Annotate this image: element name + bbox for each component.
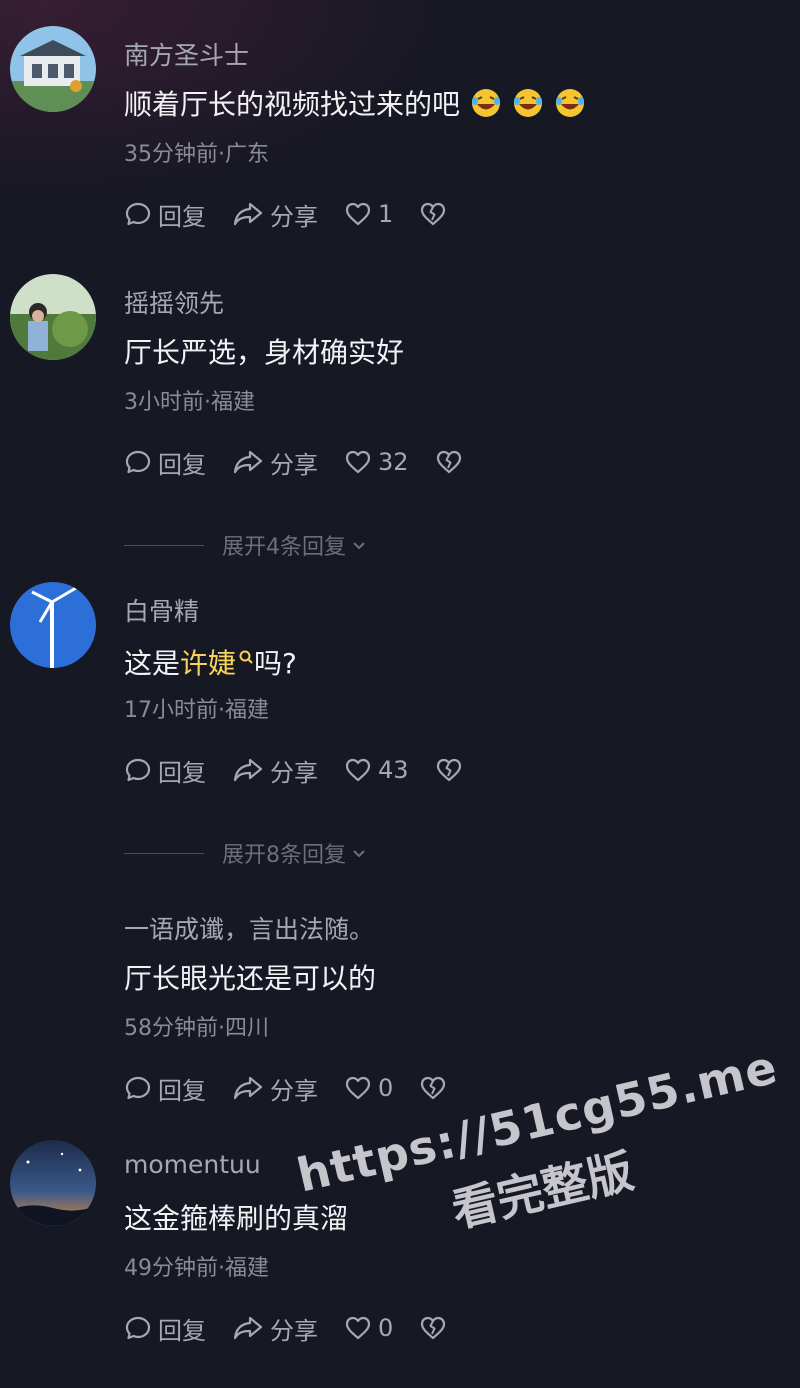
comment-actions: 回复 分享 43 (124, 753, 469, 788)
share-button[interactable]: 分享 (232, 1311, 318, 1346)
comment-meta: 49分钟前·福建 (124, 1256, 269, 1281)
broken-heart-icon (436, 758, 461, 782)
chevron-down-icon (353, 850, 365, 858)
reply-button[interactable]: 回复 (124, 753, 206, 788)
expand-replies-button[interactable]: 展开4条回复 (124, 529, 368, 561)
heart-icon (345, 1076, 371, 1100)
share-label: 分享 (270, 1076, 318, 1105)
heart-icon (345, 450, 371, 474)
like-count: 0 (378, 1314, 394, 1342)
reply-label: 回复 (158, 202, 206, 231)
comment-text-body: 顺着厅长的视频找过来的吧 (124, 88, 461, 121)
comment-text: 这金箍棒刷的真溜 (124, 1202, 349, 1235)
share-icon (233, 1076, 263, 1100)
comment-text-suffix: 吗? (254, 647, 297, 680)
share-label: 分享 (270, 758, 318, 787)
broken-heart-icon (421, 1316, 446, 1340)
heart-icon (345, 1316, 371, 1340)
share-label: 分享 (270, 202, 318, 231)
reply-button[interactable]: 回复 (124, 1311, 206, 1346)
reply-icon (125, 202, 151, 226)
username[interactable]: 白骨精 (124, 592, 199, 628)
like-count: 0 (378, 1074, 394, 1102)
dislike-button[interactable] (435, 757, 469, 783)
share-button[interactable]: 分享 (232, 753, 318, 788)
comment-actions: 回复 分享 0 (124, 1311, 453, 1346)
like-count: 43 (378, 756, 409, 784)
share-icon (233, 450, 263, 474)
reply-icon (125, 1076, 151, 1100)
reply-label: 回复 (158, 1076, 206, 1105)
broken-heart-icon (421, 1076, 446, 1100)
avatar[interactable] (10, 274, 96, 360)
share-icon (233, 1316, 263, 1340)
divider (124, 852, 204, 854)
reply-label: 回复 (158, 1316, 206, 1345)
share-button[interactable]: 分享 (232, 1071, 318, 1106)
comment-text: 厅长眼光还是可以的 (124, 962, 377, 995)
search-icon[interactable] (238, 639, 254, 672)
avatar[interactable] (10, 582, 96, 668)
avatar[interactable] (10, 1140, 96, 1226)
like-button[interactable]: 1 (344, 200, 393, 228)
share-button[interactable]: 分享 (232, 197, 318, 232)
like-button[interactable]: 43 (344, 756, 409, 784)
laughing-emoji-icon (512, 87, 544, 126)
like-count: 32 (378, 448, 409, 476)
heart-icon (345, 758, 371, 782)
reply-button[interactable]: 回复 (124, 1071, 206, 1106)
reply-icon (125, 1316, 151, 1340)
username[interactable]: 摇摇领先 (124, 284, 224, 320)
reply-button[interactable]: 回复 (124, 445, 206, 480)
reply-button[interactable]: 回复 (124, 197, 206, 232)
share-label: 分享 (270, 450, 318, 479)
comment-text: 这是许婕 吗? (124, 639, 297, 682)
reply-label: 回复 (158, 758, 206, 787)
username[interactable]: 南方圣斗士 (124, 36, 249, 72)
like-button[interactable]: 0 (344, 1314, 393, 1342)
dislike-button[interactable] (435, 449, 469, 475)
laughing-emoji-icon (470, 87, 502, 126)
expand-replies-button[interactable]: 展开8条回复 (124, 837, 368, 869)
divider (124, 544, 204, 546)
watermark-url: https://51cg55.me (292, 1039, 783, 1203)
comment-actions: 回复 分享 32 (124, 445, 469, 480)
username[interactable]: momentuu (124, 1150, 261, 1179)
comment-actions: 回复 分享 1 (124, 197, 453, 232)
share-button[interactable]: 分享 (232, 445, 318, 480)
comment-meta: 35分钟前·广东 (124, 142, 269, 167)
reply-icon (125, 758, 151, 782)
share-icon (233, 758, 263, 782)
comment-text-prefix: 这是 (124, 647, 181, 680)
reply-label: 回复 (158, 450, 206, 479)
expand-replies-label: 展开8条回复 (222, 843, 346, 868)
avatar[interactable] (10, 26, 96, 112)
comment-meta: 58分钟前·四川 (124, 1016, 269, 1041)
reply-icon (125, 450, 151, 474)
broken-heart-icon (436, 450, 461, 474)
share-label: 分享 (270, 1316, 318, 1345)
watermark-subtitle: 看完整版 (446, 1143, 639, 1238)
heart-icon (345, 202, 371, 226)
like-count: 1 (378, 200, 394, 228)
dislike-button[interactable] (419, 1075, 453, 1101)
comment-text: 顺着厅长的视频找过来的吧 (124, 83, 586, 126)
search-keyword-link[interactable]: 许婕 (180, 647, 236, 680)
chevron-down-icon (353, 542, 365, 550)
like-button[interactable]: 32 (344, 448, 409, 476)
share-icon (233, 202, 263, 226)
expand-replies-label: 展开4条回复 (222, 535, 346, 560)
comment-actions: 回复 分享 0 (124, 1071, 453, 1106)
comment-meta: 17小时前·福建 (124, 698, 269, 723)
like-button[interactable]: 0 (344, 1074, 393, 1102)
comment-meta: 3小时前·福建 (124, 390, 255, 415)
comment-text: 厅长严选，身材确实好 (124, 336, 405, 369)
username[interactable]: 一语成谶，言出法随。 (124, 910, 374, 946)
laughing-emoji-icon (554, 87, 586, 126)
dislike-button[interactable] (419, 1315, 453, 1341)
dislike-button[interactable] (419, 201, 453, 227)
broken-heart-icon (421, 202, 446, 226)
